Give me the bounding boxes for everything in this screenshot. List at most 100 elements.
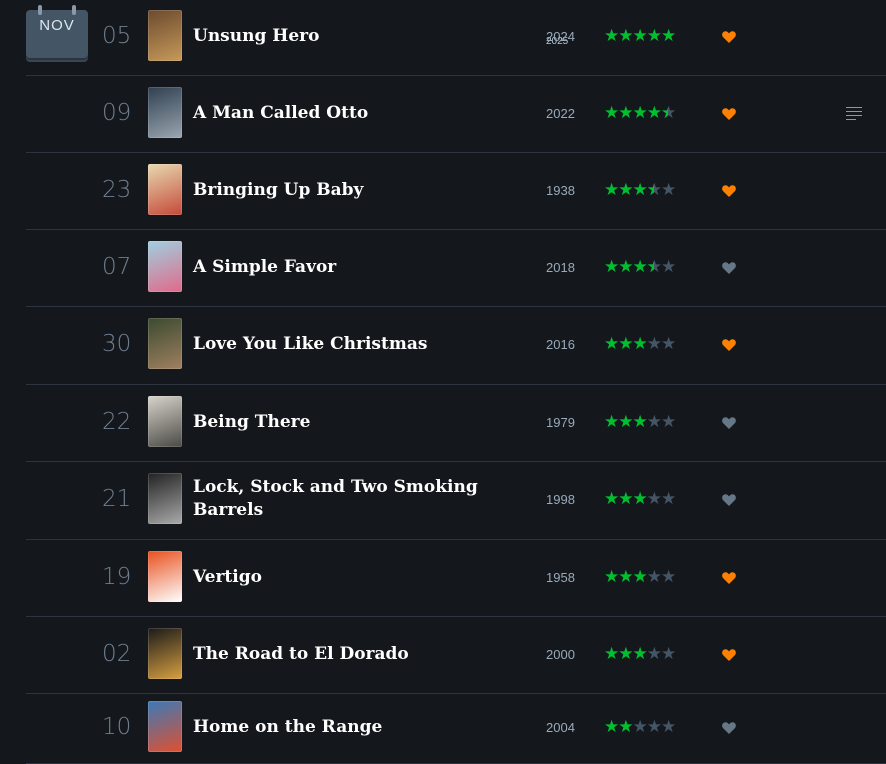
star-icon: ★ — [632, 103, 648, 122]
star-icon: ★ — [632, 26, 648, 45]
star-rating: ★★★★★ — [604, 489, 676, 509]
film-title[interactable]: Home on the Range — [193, 716, 493, 739]
heart-icon[interactable] — [721, 260, 737, 276]
heart-icon[interactable] — [721, 183, 737, 199]
star-icon: ★ — [604, 644, 619, 663]
star-icon: ★ — [618, 567, 633, 586]
star-icon: ★ — [632, 567, 648, 586]
diary-entry-row[interactable]: 02 The Road to El Dorado 2000 ★★★★★ — [26, 617, 886, 694]
star-icon: ★ — [661, 489, 676, 508]
heart-icon[interactable] — [721, 337, 737, 353]
film-title[interactable]: Love You Like Christmas — [193, 333, 493, 356]
film-year: 1998 — [546, 492, 575, 507]
heart-icon[interactable] — [721, 492, 737, 508]
star-rating: ★★★★★ — [604, 180, 676, 200]
film-poster[interactable] — [148, 396, 182, 447]
star-icon: ★ — [661, 412, 676, 431]
star-icon: ★ — [618, 489, 633, 508]
film-title[interactable]: Unsung Hero — [193, 25, 493, 48]
diary-entry-row[interactable]: 21 Lock, Stock and Two Smoking Barrels 199… — [26, 462, 886, 540]
film-poster[interactable] — [148, 551, 182, 602]
star-icon: ★ — [632, 180, 648, 199]
film-poster[interactable] — [148, 473, 182, 524]
star-icon: ★ — [618, 257, 633, 276]
star-rating: ★★★★★ — [604, 334, 676, 354]
star-icon: ★ — [604, 717, 619, 736]
star-icon: ★ — [661, 644, 676, 663]
film-poster[interactable] — [148, 628, 182, 679]
entry-day[interactable]: 22 — [102, 409, 136, 435]
film-poster[interactable] — [148, 701, 182, 752]
star-icon: ★ — [632, 644, 648, 663]
film-poster[interactable] — [148, 10, 182, 61]
star-icon: ★ — [661, 180, 676, 199]
star-icon: ★ — [646, 717, 662, 736]
star-icon: ★ — [661, 567, 676, 586]
star-icon: ★ — [632, 412, 648, 431]
star-icon: ★ — [646, 644, 662, 663]
diary-entry-row[interactable]: 07 A Simple Favor 2018 ★★★★ ★ — [26, 230, 886, 307]
film-poster[interactable] — [148, 241, 182, 292]
film-title[interactable]: Being There — [193, 411, 493, 434]
star-rating: ★★★★★ — [604, 26, 676, 46]
film-title[interactable]: Lock, Stock and Two Smoking Barrels — [193, 476, 493, 522]
star-icon: ★ — [618, 334, 633, 353]
entry-day[interactable]: 05 — [102, 23, 136, 49]
star-icon: ★ — [632, 334, 648, 353]
star-icon: ★ — [604, 257, 619, 276]
star-icon: ★ — [661, 103, 676, 123]
star-icon: ★ — [618, 26, 633, 45]
film-title[interactable]: A Simple Favor — [193, 256, 493, 279]
heart-icon[interactable] — [721, 720, 737, 736]
film-poster[interactable] — [148, 87, 182, 138]
entry-day[interactable]: 19 — [102, 564, 136, 590]
entry-day[interactable]: 02 — [102, 641, 136, 667]
star-icon: ★ — [618, 103, 633, 122]
entry-day[interactable]: 30 — [102, 331, 136, 357]
star-icon: ★ — [604, 103, 619, 122]
star-icon: ★ — [632, 489, 648, 508]
diary-entry-row[interactable]: 19 Vertigo 1958 ★★★★★ — [26, 540, 886, 617]
film-year: 1938 — [546, 183, 575, 198]
entry-day[interactable]: 07 — [102, 254, 136, 280]
film-title[interactable]: A Man Called Otto — [193, 102, 493, 125]
diary-entry-row[interactable]: 10 Home on the Range 2004 ★★★★★ — [26, 694, 886, 764]
diary-entry-row[interactable]: 22 Being There 1979 ★★★★★ — [26, 385, 886, 462]
heart-icon[interactable] — [721, 29, 737, 45]
entry-day[interactable]: 10 — [102, 714, 136, 740]
star-icon: ★ — [604, 489, 619, 508]
entry-day[interactable]: 09 — [102, 100, 136, 126]
star-icon: ★ — [661, 257, 676, 276]
diary-entry-row[interactable]: 09 A Man Called Otto 2022 ★★★★★ — [26, 76, 886, 153]
diary-entry-row[interactable]: 30 Love You Like Christmas 2016 ★★★★★ — [26, 307, 886, 385]
film-title[interactable]: The Road to El Dorado — [193, 643, 493, 666]
review-icon[interactable] — [846, 107, 862, 120]
diary-entry-row[interactable]: 05 Unsung Hero 2024 ★★★★★ — [26, 0, 886, 76]
film-title[interactable]: Bringing Up Baby — [193, 179, 493, 202]
heart-icon[interactable] — [721, 106, 737, 122]
film-poster[interactable] — [148, 318, 182, 369]
diary-entry-row[interactable]: 23 Bringing Up Baby 1938 ★★★★ ★ — [26, 153, 886, 230]
film-year: 1979 — [546, 415, 575, 430]
film-poster[interactable] — [148, 164, 182, 215]
film-year: 2018 — [546, 260, 575, 275]
entry-day[interactable]: 21 — [102, 486, 136, 512]
heart-icon[interactable] — [721, 647, 737, 663]
film-title[interactable]: Vertigo — [193, 566, 493, 589]
star-icon: ★ — [646, 334, 662, 353]
star-rating: ★★★★★ — [604, 644, 676, 664]
star-icon: ★ — [604, 567, 619, 586]
star-rating: ★★★★★ — [604, 717, 676, 737]
film-year: 1958 — [546, 570, 575, 585]
star-icon: ★ — [632, 717, 648, 736]
star-icon: ★ — [632, 257, 648, 276]
star-icon: ★ — [618, 644, 633, 663]
heart-icon[interactable] — [721, 415, 737, 431]
heart-icon[interactable] — [721, 570, 737, 586]
star-rating: ★★★★★ — [604, 103, 676, 123]
star-icon: ★ — [604, 180, 619, 199]
star-icon: ★ — [646, 489, 662, 508]
star-icon: ★ — [647, 257, 662, 277]
entry-day[interactable]: 23 — [102, 177, 136, 203]
star-icon: ★ — [646, 567, 662, 586]
